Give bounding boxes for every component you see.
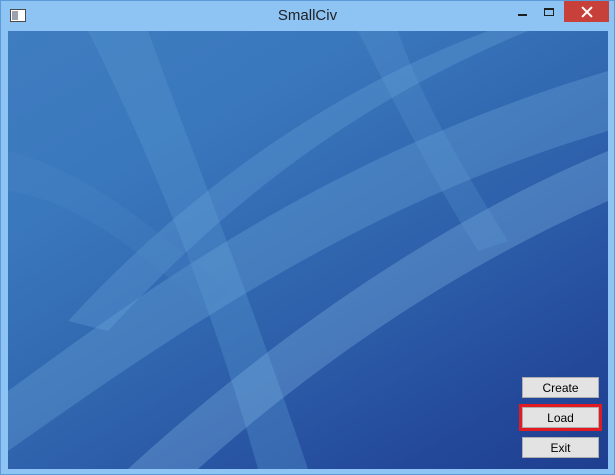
maximize-button[interactable]: [536, 1, 562, 22]
load-button-highlight: [519, 404, 602, 431]
title-bar[interactable]: SmallCiv: [1, 1, 614, 31]
app-window: SmallCiv Create Load Exit: [0, 0, 615, 475]
main-content: Create Load Exit: [8, 31, 608, 469]
background-wallpaper: [8, 31, 608, 469]
minimize-button[interactable]: [509, 1, 535, 22]
maximize-icon: [544, 7, 554, 16]
create-button[interactable]: Create: [522, 377, 599, 398]
exit-button[interactable]: Exit: [522, 437, 599, 458]
minimize-icon: [517, 13, 527, 16]
close-icon: [581, 6, 593, 18]
close-button[interactable]: [564, 1, 609, 22]
